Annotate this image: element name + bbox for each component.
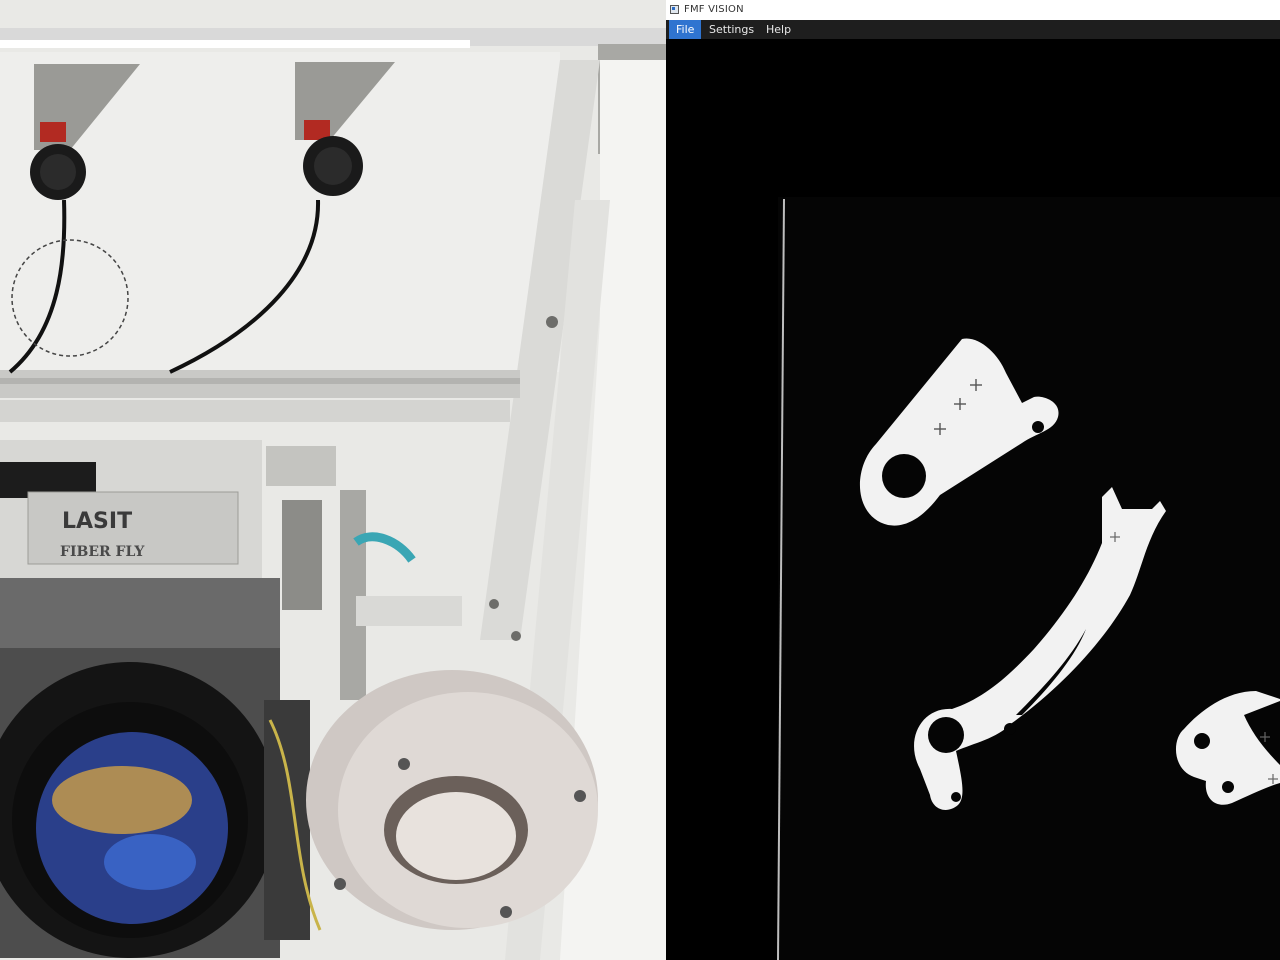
vision-app-window: FMF VISION File Settings Help	[666, 0, 1280, 960]
station-photo: LASIT FIBER FLY	[0, 0, 666, 960]
app-icon	[670, 5, 679, 14]
window-title: FMF VISION	[684, 4, 744, 15]
laser-brand-label: LASIT	[62, 509, 132, 534]
station-photo-drawing: LASIT FIBER FLY	[0, 28, 666, 960]
camera-image-viewport[interactable]	[666, 39, 1280, 960]
menu-settings[interactable]: Settings	[702, 20, 761, 39]
menu-help[interactable]: Help	[759, 20, 798, 39]
menu-file[interactable]: File	[669, 20, 702, 39]
camera-image	[666, 39, 1280, 960]
title-bar: FMF VISION	[666, 0, 1280, 20]
menu-bar: File Settings Help	[666, 20, 1280, 39]
laser-model-label: FIBER FLY	[60, 544, 145, 560]
